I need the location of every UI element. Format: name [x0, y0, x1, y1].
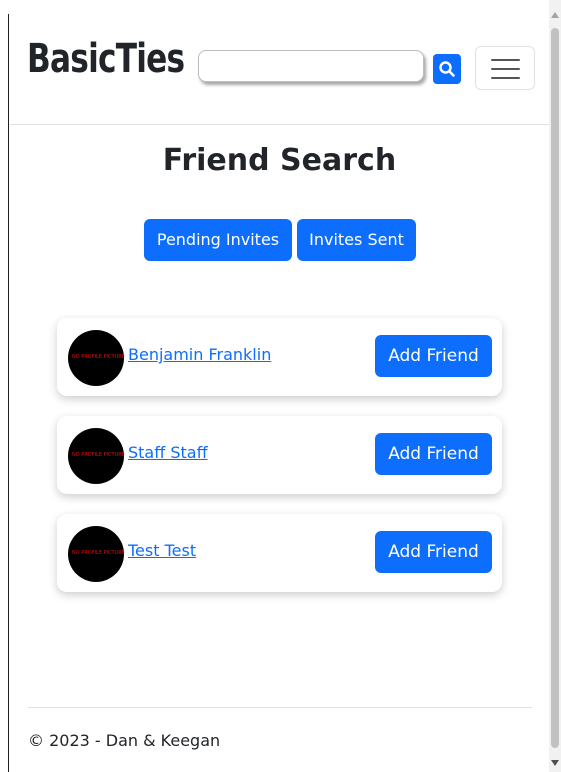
avatar: NO PROFILE PICTURE: [68, 428, 124, 484]
friend-name-link[interactable]: Benjamin Franklin: [128, 345, 271, 364]
avatar-placeholder-text: NO PROFILE PICTURE: [72, 452, 124, 458]
brand-logo[interactable]: BasicTies: [27, 36, 185, 82]
footer-divider: [28, 707, 532, 708]
search-button[interactable]: [433, 54, 461, 84]
page-title: Friend Search: [162, 143, 397, 178]
friend-card: NO PROFILE PICTURE Benjamin Franklin Add…: [57, 318, 502, 396]
friend-name-link[interactable]: Staff Staff: [128, 443, 208, 462]
avatar: NO PROFILE PICTURE: [68, 526, 124, 582]
search-input[interactable]: [198, 50, 424, 82]
add-friend-button[interactable]: Add Friend: [375, 335, 492, 377]
window-edge: [8, 14, 9, 772]
navbar-toggler-button[interactable]: [475, 46, 535, 90]
friend-name-link[interactable]: Test Test: [128, 541, 196, 560]
friend-card: NO PROFILE PICTURE Test Test Add Friend: [57, 514, 502, 592]
friend-card: NO PROFILE PICTURE Staff Staff Add Frien…: [57, 416, 502, 494]
search-icon: [439, 61, 455, 77]
avatar-placeholder-text: NO PROFILE PICTURE: [72, 550, 124, 556]
avatar-placeholder-text: NO PROFILE PICTURE: [72, 354, 124, 360]
scroll-up-arrow-icon[interactable]: [551, 12, 559, 18]
vertical-scrollbar[interactable]: [549, 0, 561, 772]
add-friend-button[interactable]: Add Friend: [375, 531, 492, 573]
invites-sent-button[interactable]: Invites Sent: [297, 219, 416, 261]
navbar: BasicTies: [10, 0, 549, 125]
pending-invites-button[interactable]: Pending Invites: [144, 219, 292, 261]
avatar: NO PROFILE PICTURE: [68, 330, 124, 386]
scroll-down-arrow-icon[interactable]: [551, 760, 559, 766]
footer-copyright: © 2023 - Dan & Keegan: [28, 731, 221, 750]
scrollbar-thumb[interactable]: [551, 28, 559, 748]
add-friend-button[interactable]: Add Friend: [375, 433, 492, 475]
